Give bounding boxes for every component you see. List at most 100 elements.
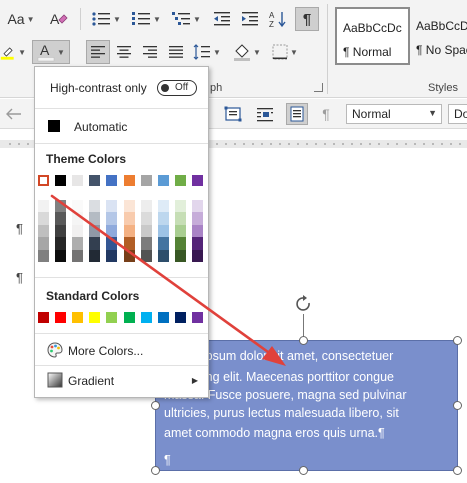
theme-color-swatch[interactable] <box>38 175 49 186</box>
theme-color-tint[interactable] <box>38 249 49 262</box>
shading-button[interactable]: ▼ <box>230 40 264 64</box>
high-contrast-toggle[interactable]: Off <box>157 80 197 96</box>
theme-color-tint[interactable] <box>157 224 169 238</box>
theme-color-swatch[interactable] <box>123 175 135 186</box>
theme-color-tint[interactable] <box>191 237 203 250</box>
theme-color-tint[interactable] <box>106 200 118 213</box>
more-colors-item[interactable]: More Colors... <box>35 339 208 361</box>
increase-indent-button[interactable] <box>238 8 262 30</box>
standard-color-swatch[interactable] <box>123 312 135 323</box>
automatic-color-item[interactable]: Automatic <box>35 116 208 136</box>
standard-color-swatch[interactable] <box>106 312 118 323</box>
theme-color-tint[interactable] <box>55 237 67 250</box>
standard-color-swatch[interactable] <box>191 312 203 323</box>
style-no-spacing[interactable]: AaBbCcDc ¶ No Spac <box>412 7 467 65</box>
decrease-indent-button[interactable] <box>210 8 234 30</box>
line-spacing-button[interactable]: ▼ <box>190 40 224 64</box>
text-box-line[interactable]: ¶ <box>164 453 171 467</box>
sort-button[interactable]: A Z <box>266 8 290 30</box>
theme-color-tint[interactable] <box>191 200 203 213</box>
theme-color-tint[interactable] <box>72 224 84 238</box>
standard-color-swatch[interactable] <box>38 312 49 323</box>
text-direction-icon[interactable] <box>286 103 308 125</box>
theme-color-tint[interactable] <box>89 237 101 250</box>
theme-color-tint[interactable] <box>89 200 101 213</box>
theme-color-tint[interactable] <box>55 224 67 238</box>
resize-handle[interactable] <box>299 466 308 475</box>
theme-color-tint[interactable] <box>123 200 135 213</box>
standard-color-swatch[interactable] <box>89 312 101 323</box>
theme-color-tint[interactable] <box>157 249 169 262</box>
standard-color-swatch[interactable] <box>140 312 152 323</box>
font-select[interactable]: Do <box>448 104 467 124</box>
resize-handle[interactable] <box>151 466 160 475</box>
theme-color-tint[interactable] <box>89 212 101 225</box>
theme-color-tint[interactable] <box>72 212 84 225</box>
theme-color-tint[interactable] <box>55 249 67 262</box>
theme-color-swatch[interactable] <box>140 175 152 186</box>
theme-color-tint[interactable] <box>106 249 118 262</box>
theme-color-swatch[interactable] <box>106 175 118 186</box>
theme-color-tint[interactable] <box>72 237 84 250</box>
resize-handle[interactable] <box>453 336 462 345</box>
theme-color-tint[interactable] <box>72 249 84 262</box>
text-box-line[interactable]: ultricies, purus lectus malesuada libero… <box>164 406 399 420</box>
theme-color-swatch[interactable] <box>157 175 169 186</box>
theme-color-tint[interactable] <box>89 249 101 262</box>
style-select[interactable]: Normal ▼ <box>346 104 442 124</box>
theme-color-tint[interactable] <box>106 212 118 225</box>
theme-color-tint[interactable] <box>89 224 101 238</box>
theme-color-tint[interactable] <box>157 212 169 225</box>
borders-button[interactable]: ▼ <box>268 40 302 64</box>
multilevel-list-button[interactable]: ▼ <box>168 8 204 30</box>
font-color-button[interactable]: A ▼ <box>32 40 70 64</box>
rotate-handle-icon[interactable] <box>294 294 314 314</box>
theme-color-tint[interactable] <box>191 212 203 225</box>
align-left-button[interactable] <box>86 40 110 64</box>
theme-color-tint[interactable] <box>174 237 186 250</box>
high-contrast-row[interactable]: High-contrast only Off <box>35 77 208 99</box>
theme-color-tint[interactable] <box>123 224 135 238</box>
theme-color-tint[interactable] <box>140 224 152 238</box>
highlight-color-button[interactable]: ▼ <box>0 40 26 64</box>
theme-color-tint[interactable] <box>140 212 152 225</box>
theme-color-tint[interactable] <box>72 200 84 213</box>
theme-color-tint[interactable] <box>38 224 49 238</box>
clear-formatting-button[interactable]: A <box>46 8 70 30</box>
resize-handle[interactable] <box>299 336 308 345</box>
theme-color-tint[interactable] <box>140 237 152 250</box>
theme-color-tint[interactable] <box>55 200 67 213</box>
theme-color-swatch[interactable] <box>55 175 67 186</box>
back-arrow-icon[interactable] <box>4 104 24 124</box>
theme-color-tint[interactable] <box>174 249 186 262</box>
theme-color-tint[interactable] <box>191 224 203 238</box>
bullets-button[interactable]: ▼ <box>88 8 124 30</box>
standard-color-swatch[interactable] <box>55 312 67 323</box>
theme-color-tint[interactable] <box>157 237 169 250</box>
theme-color-tint[interactable] <box>106 237 118 250</box>
standard-color-swatch[interactable] <box>174 312 186 323</box>
theme-color-tint[interactable] <box>55 212 67 225</box>
change-case-button[interactable]: Aa ▼ <box>6 8 36 30</box>
theme-color-tint[interactable] <box>38 212 49 225</box>
resize-handle[interactable] <box>453 466 462 475</box>
theme-color-tint[interactable] <box>123 249 135 262</box>
theme-color-tint[interactable] <box>174 224 186 238</box>
theme-color-tint[interactable] <box>140 249 152 262</box>
theme-color-tint[interactable] <box>123 212 135 225</box>
theme-color-tint[interactable] <box>174 212 186 225</box>
wrap-text-icon[interactable] <box>254 104 276 124</box>
resize-handle[interactable] <box>151 401 160 410</box>
theme-color-tint[interactable] <box>123 237 135 250</box>
theme-color-swatch[interactable] <box>89 175 101 186</box>
standard-color-swatch[interactable] <box>72 312 84 323</box>
justify-button[interactable] <box>164 40 188 64</box>
theme-color-tint[interactable] <box>106 224 118 238</box>
theme-color-tint[interactable] <box>38 237 49 250</box>
text-box-icon[interactable] <box>222 104 244 124</box>
align-center-button[interactable] <box>112 40 136 64</box>
theme-color-tint[interactable] <box>191 249 203 262</box>
theme-color-tint[interactable] <box>174 200 186 213</box>
resize-handle[interactable] <box>453 401 462 410</box>
theme-color-tint[interactable] <box>140 200 152 213</box>
